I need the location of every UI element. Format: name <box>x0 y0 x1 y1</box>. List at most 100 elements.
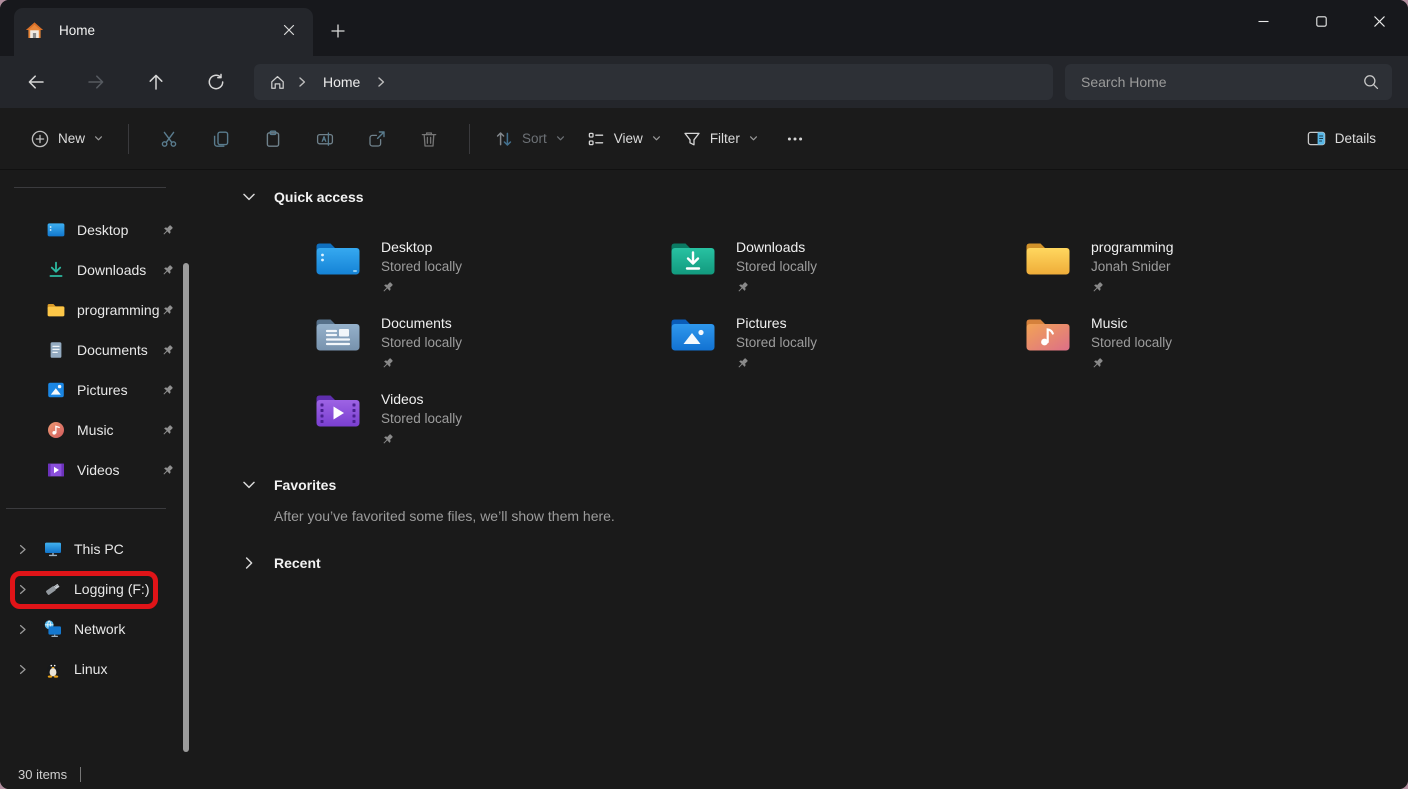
address-bar[interactable]: Home <box>254 64 1053 100</box>
favorites-empty-message: After you’ve favorited some files, we’ll… <box>274 508 1408 524</box>
view-button[interactable]: View <box>576 123 672 155</box>
item-name: Videos <box>381 390 462 409</box>
pin-icon <box>1091 357 1104 370</box>
chevron-right-icon[interactable] <box>374 75 388 89</box>
pin-icon <box>161 304 174 317</box>
pin-icon <box>161 424 174 437</box>
new-tab-icon[interactable] <box>321 14 355 48</box>
item-subtitle: Stored locally <box>381 257 462 277</box>
sidebar-scrollbar[interactable] <box>183 263 189 752</box>
sort-button[interactable]: Sort <box>484 123 576 155</box>
cut-icon[interactable] <box>143 119 195 159</box>
pin-icon <box>161 344 174 357</box>
back-icon[interactable] <box>14 63 58 101</box>
sidebar-item-label: Network <box>74 621 184 637</box>
up-icon[interactable] <box>134 63 178 101</box>
home-folder-icon <box>25 21 44 40</box>
file-explorer-window: Home <box>0 0 1408 789</box>
section-title: Quick access <box>274 189 364 205</box>
folder-icon <box>46 300 66 320</box>
forward-icon[interactable] <box>74 63 118 101</box>
chevron-right-icon[interactable] <box>16 543 30 556</box>
sidebar-item-programming[interactable]: programming <box>0 290 198 330</box>
refresh-icon[interactable] <box>194 63 238 101</box>
quick-access-item-desktop[interactable]: Desktop Stored locally <box>315 230 670 306</box>
filter-button[interactable]: Filter <box>672 123 769 155</box>
quick-access-item-programming[interactable]: programming Jonah Snider <box>1025 230 1380 306</box>
sidebar-item-desktop[interactable]: Desktop <box>0 210 198 250</box>
section-header-quick-access[interactable]: Quick access <box>240 186 1408 208</box>
breadcrumb-home-icon[interactable] <box>268 73 287 92</box>
filter-label: Filter <box>710 131 740 146</box>
sidebar-item-network[interactable]: Network <box>0 609 198 649</box>
sidebar-item-label: Documents <box>77 342 161 358</box>
section-header-favorites[interactable]: Favorites <box>240 474 1408 496</box>
section-header-recent[interactable]: Recent <box>240 552 1408 574</box>
sidebar-item-label: This PC <box>74 541 184 557</box>
items-view: Quick access Desktop Stored locally <box>198 170 1408 789</box>
more-options-icon[interactable] <box>769 119 821 159</box>
chevron-down-icon[interactable] <box>240 188 258 206</box>
share-icon[interactable] <box>351 119 403 159</box>
music-icon <box>46 420 66 440</box>
sidebar-item-label: Videos <box>77 462 161 478</box>
sidebar-item-music[interactable]: Music <box>0 410 198 450</box>
usb-drive-icon <box>43 579 63 599</box>
folder-downloads-icon <box>670 238 716 276</box>
delete-icon[interactable] <box>403 119 455 159</box>
item-subtitle: Stored locally <box>381 333 462 353</box>
item-name: Downloads <box>736 238 817 257</box>
pin-icon <box>381 357 394 370</box>
quick-access-grid: Desktop Stored locally Downloads Stored … <box>315 230 1408 458</box>
rename-icon[interactable] <box>299 119 351 159</box>
item-subtitle: Stored locally <box>736 257 817 277</box>
new-button[interactable]: New <box>20 123 114 155</box>
chevron-right-icon[interactable] <box>295 75 309 89</box>
tab-bar: Home <box>0 0 1408 56</box>
tab-close-icon[interactable] <box>275 16 303 44</box>
sidebar-item-this-pc[interactable]: This PC <box>0 529 198 569</box>
quick-access-item-videos[interactable]: Videos Stored locally <box>315 382 670 458</box>
folder-generic-icon <box>1025 238 1071 276</box>
paste-icon[interactable] <box>247 119 299 159</box>
sidebar-item-videos[interactable]: Videos <box>0 450 198 490</box>
command-bar: New Sort <box>0 108 1408 170</box>
status-divider <box>80 767 81 782</box>
sidebar-item-downloads[interactable]: Downloads <box>0 250 198 290</box>
chevron-right-icon[interactable] <box>16 583 30 596</box>
tab-home[interactable]: Home <box>14 8 313 56</box>
sidebar-item-documents[interactable]: Documents <box>0 330 198 370</box>
sidebar-item-pictures[interactable]: Pictures <box>0 370 198 410</box>
search-input[interactable] <box>1081 74 1362 90</box>
sidebar-item-label: Pictures <box>77 382 161 398</box>
chevron-right-icon[interactable] <box>16 663 30 676</box>
toolbar-divider <box>469 124 470 154</box>
breadcrumb-segment[interactable]: Home <box>317 74 366 90</box>
quick-access-item-music[interactable]: Music Stored locally <box>1025 306 1380 382</box>
chevron-right-icon[interactable] <box>240 554 258 572</box>
chevron-right-icon[interactable] <box>16 623 30 636</box>
toolbar-divider <box>128 124 129 154</box>
sidebar-divider <box>6 508 166 509</box>
chevron-down-icon[interactable] <box>240 476 258 494</box>
details-button[interactable]: Details <box>1296 122 1386 155</box>
navigation-bar: Home <box>0 56 1408 108</box>
desktop-icon <box>46 220 66 240</box>
view-label: View <box>614 131 643 146</box>
folder-desktop-icon <box>315 238 361 276</box>
minimize-icon[interactable] <box>1234 0 1292 42</box>
quick-access-item-downloads[interactable]: Downloads Stored locally <box>670 230 1025 306</box>
sidebar-item-label: Desktop <box>77 222 161 238</box>
copy-icon[interactable] <box>195 119 247 159</box>
sidebar-item-linux[interactable]: Linux <box>0 649 198 689</box>
chevron-down-icon <box>555 133 566 144</box>
close-window-icon[interactable] <box>1350 0 1408 42</box>
quick-access-item-documents[interactable]: Documents Stored locally <box>315 306 670 382</box>
search-icon[interactable] <box>1362 73 1380 91</box>
sidebar-item-logging-drive[interactable]: Logging (F:) <box>0 569 198 609</box>
quick-access-item-pictures[interactable]: Pictures Stored locally <box>670 306 1025 382</box>
picture-icon <box>46 380 66 400</box>
maximize-icon[interactable] <box>1292 0 1350 42</box>
sort-label: Sort <box>522 131 547 146</box>
pin-icon <box>1091 281 1104 294</box>
